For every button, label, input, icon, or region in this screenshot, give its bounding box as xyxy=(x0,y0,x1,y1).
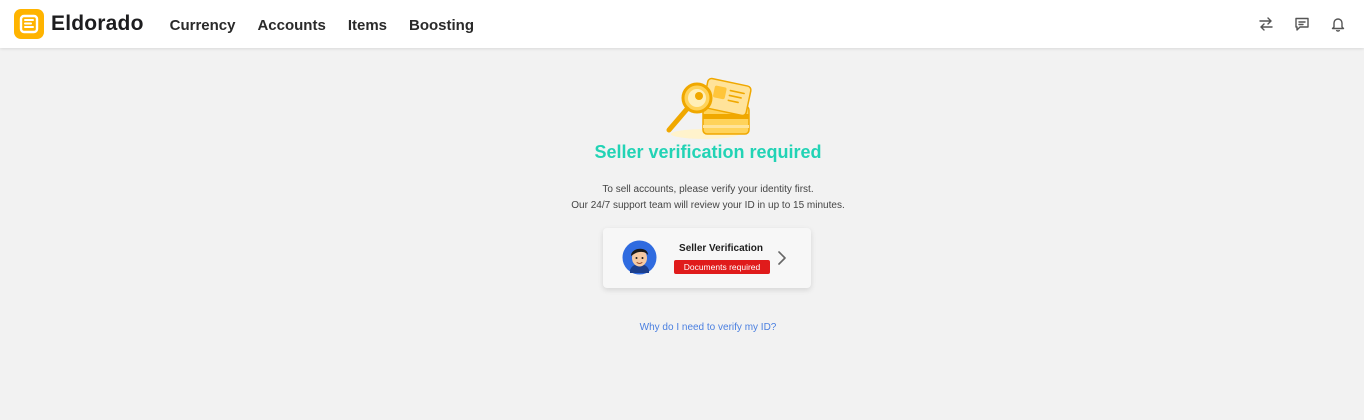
page-title: Seller verification required xyxy=(594,142,822,162)
description-line-1: To sell accounts, please verify your ide… xyxy=(602,184,814,195)
nav-item-boosting[interactable]: Boosting xyxy=(409,15,474,34)
brand-logo-link[interactable]: Eldorado xyxy=(14,9,144,39)
chat-icon[interactable] xyxy=(1291,13,1313,35)
description-line-2: Our 24/7 support team will review your I… xyxy=(571,200,845,211)
brand-name: Eldorado xyxy=(51,12,144,35)
swap-arrows-icon[interactable] xyxy=(1255,13,1277,35)
eldorado-logo-icon xyxy=(14,9,44,39)
status-badge: Documents required xyxy=(674,260,770,274)
why-verify-link[interactable]: Why do I need to verify my ID? xyxy=(0,322,1364,333)
bell-icon[interactable] xyxy=(1327,13,1349,35)
main-nav: Currency Accounts Items Boosting xyxy=(170,15,496,34)
header-actions xyxy=(1248,0,1356,48)
chevron-right-icon xyxy=(776,250,788,266)
nav-item-currency[interactable]: Currency xyxy=(170,15,236,34)
avatar-icon xyxy=(622,240,657,275)
id-search-illustration xyxy=(659,74,755,140)
card-title: Seller Verification xyxy=(679,243,763,254)
top-navigation-bar: Eldorado Currency Accounts Items Boostin… xyxy=(0,0,1364,48)
nav-item-items[interactable]: Items xyxy=(348,15,387,34)
seller-verification-card[interactable]: Seller Verification Documents required xyxy=(603,228,811,288)
nav-item-accounts[interactable]: Accounts xyxy=(257,15,325,34)
